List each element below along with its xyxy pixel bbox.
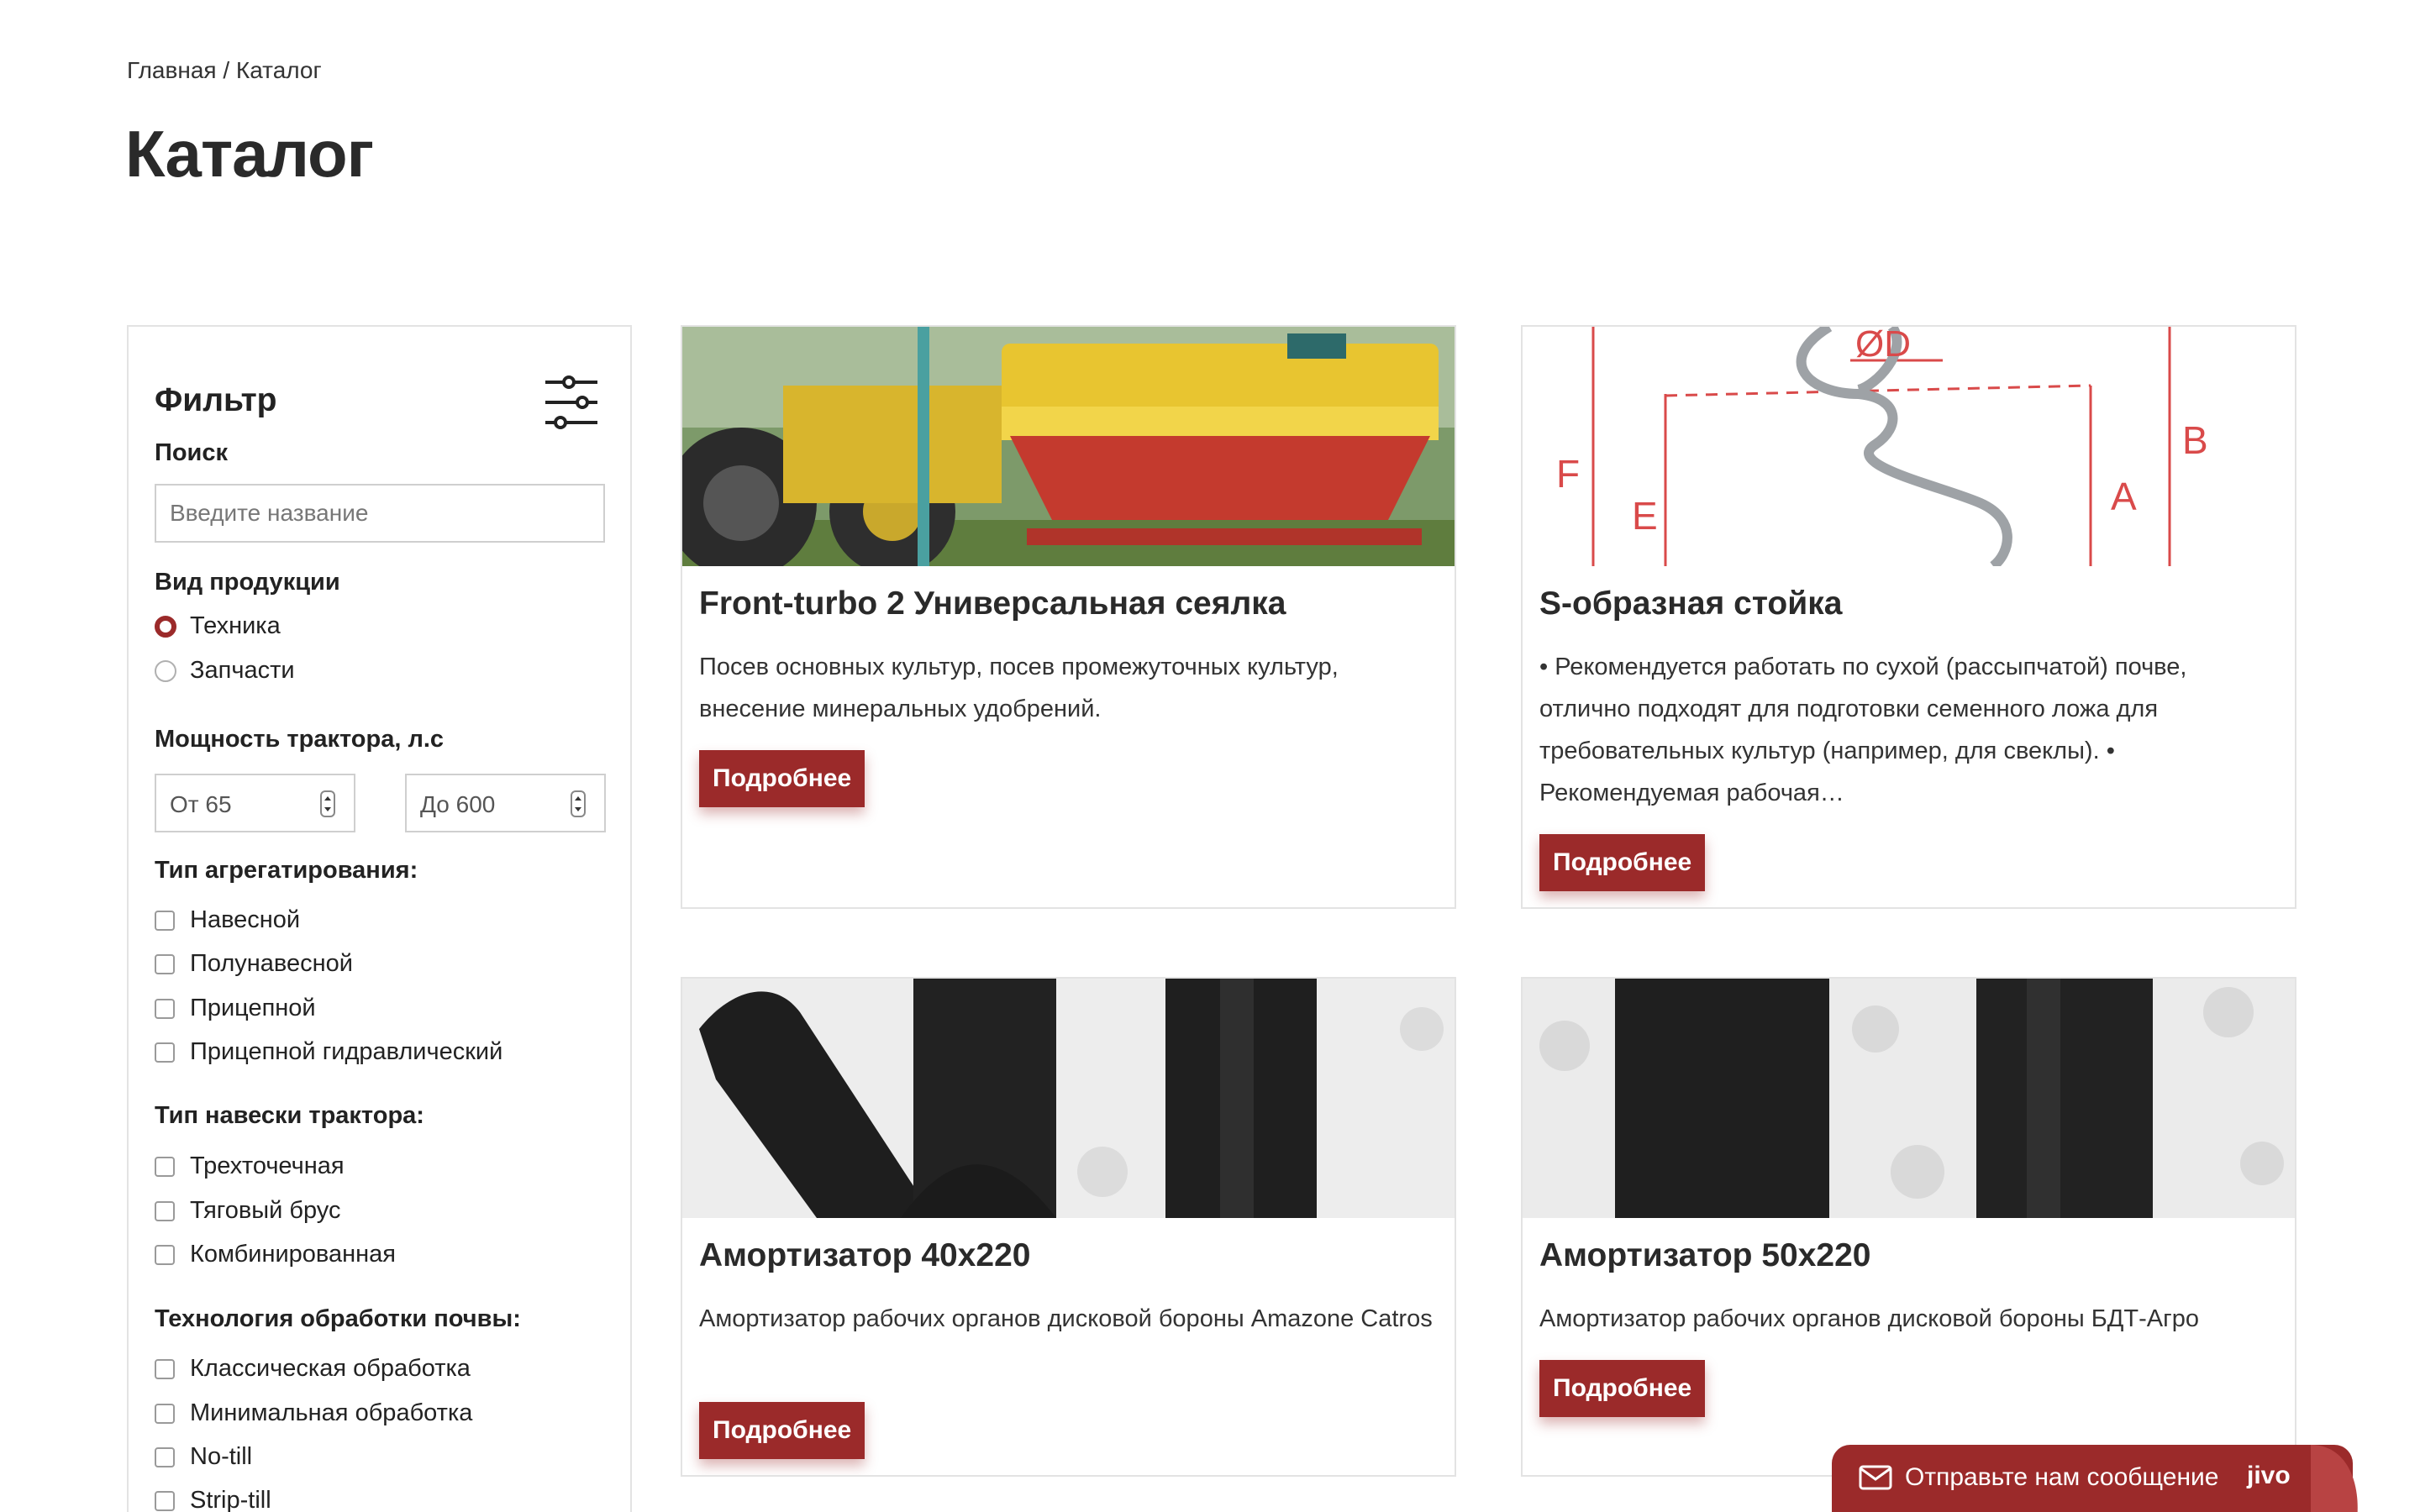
product-title[interactable]: Амортизатор 40х220: [699, 1237, 1030, 1274]
checkbox-label: Навесной: [190, 906, 301, 933]
checkbox-aggregation[interactable]: Прицепной гидравлический: [155, 1038, 502, 1066]
details-button[interactable]: Подробнее: [699, 750, 865, 807]
product-image[interactable]: [1523, 979, 2295, 1218]
checkbox-label: Strip-till: [190, 1487, 271, 1512]
checkbox-icon[interactable]: [155, 1156, 175, 1177]
checkbox-tech[interactable]: Минимальная обработка: [155, 1399, 472, 1427]
tech-label: Технология обработки почвы:: [155, 1305, 521, 1332]
checkbox-icon[interactable]: [155, 953, 175, 974]
details-button[interactable]: Подробнее: [1539, 1360, 1706, 1417]
checkbox-label: Трехточечная: [190, 1152, 345, 1179]
diagram-label-f: F: [1556, 452, 1581, 496]
power-from-value: От 65: [170, 791, 232, 817]
checkbox-hitch[interactable]: Комбинированная: [155, 1241, 396, 1268]
stepper-icon[interactable]: [571, 790, 586, 817]
mail-icon: [1859, 1465, 1892, 1490]
chat-widget[interactable]: Отправьте нам сообщение jivo: [1832, 1445, 2358, 1512]
checkbox-tech[interactable]: Strip-till: [155, 1487, 271, 1512]
checkbox-label: Комбинированная: [190, 1241, 396, 1268]
checkbox-icon[interactable]: [155, 1490, 175, 1511]
page-title: Каталог: [125, 117, 374, 191]
power-to-input[interactable]: До 600: [405, 774, 606, 832]
product-title[interactable]: S-образная стойка: [1539, 585, 1842, 622]
product-card[interactable]: Front-turbo 2 Универсальная сеялка Посев…: [681, 325, 1456, 909]
details-button[interactable]: Подробнее: [1539, 834, 1706, 891]
checkbox-icon[interactable]: [155, 1446, 175, 1467]
checkbox-hitch[interactable]: Тяговый брус: [155, 1197, 340, 1225]
power-to-value: До 600: [420, 791, 496, 817]
product-description: Амортизатор рабочих органов дисковой бор…: [699, 1305, 1433, 1332]
product-description: Посев основных культур, посев промежуточ…: [699, 654, 1339, 722]
product-title[interactable]: Амортизатор 50х220: [1539, 1237, 1870, 1274]
product-title[interactable]: Front-turbo 2 Универсальная сеялка: [699, 585, 1286, 622]
aggregation-label: Тип агрегатирования:: [155, 857, 418, 884]
radio-label: Запчасти: [190, 657, 295, 684]
checkbox-icon[interactable]: [155, 1244, 175, 1265]
filter-panel: Фильтр Поиск Вид продукции Техника Запча…: [127, 325, 632, 1512]
filter-sliders-icon[interactable]: [544, 374, 599, 431]
power-label: Мощность трактора, л.с: [155, 726, 445, 753]
checkbox-label: Классическая обработка: [190, 1355, 471, 1382]
product-card[interactable]: Амортизатор 50х220 Амортизатор рабочих о…: [1521, 977, 2296, 1477]
details-button[interactable]: Подробнее: [699, 1402, 865, 1459]
search-label: Поиск: [155, 439, 229, 466]
checkbox-aggregation[interactable]: Прицепной: [155, 995, 316, 1022]
diagram-label-e: E: [1632, 494, 1658, 538]
checkbox-hitch[interactable]: Трехточечная: [155, 1152, 345, 1180]
diagram-label-od: ØD: [1855, 327, 1911, 365]
radio-zapchasti[interactable]: Запчасти: [155, 657, 295, 685]
product-type-label: Вид продукции: [155, 569, 340, 596]
radio-label: Техника: [190, 612, 281, 639]
product-image[interactable]: [682, 327, 1455, 566]
checkbox-tech[interactable]: No-till: [155, 1443, 252, 1471]
stepper-icon[interactable]: [320, 790, 335, 817]
hitch-label: Тип навески трактора:: [155, 1102, 424, 1129]
jivo-logo: jivo: [2247, 1462, 2291, 1489]
checkbox-aggregation[interactable]: Навесной: [155, 906, 300, 934]
checkbox-label: No-till: [190, 1443, 253, 1470]
chat-label: Отправьте нам сообщение: [1905, 1463, 2219, 1491]
search-input[interactable]: [155, 484, 605, 543]
checkbox-label: Полунавесной: [190, 950, 353, 977]
checkbox-aggregation[interactable]: Полунавесной: [155, 950, 353, 978]
product-description: Амортизатор рабочих органов дисковой бор…: [1539, 1305, 2199, 1332]
chat-corner-decoration-icon: [2311, 1445, 2358, 1512]
checkbox-icon[interactable]: [155, 1200, 175, 1221]
diagram-label-a: A: [2111, 475, 2137, 518]
diagram-label-b: B: [2182, 418, 2208, 462]
filter-title: Фильтр: [155, 382, 277, 418]
radio-technika[interactable]: Техника: [155, 612, 281, 640]
checkbox-label: Прицепной гидравлический: [190, 1038, 503, 1065]
breadcrumb[interactable]: Главная / Каталог: [127, 57, 322, 84]
checkbox-label: Тяговый брус: [190, 1197, 341, 1224]
radio-selected-icon[interactable]: [155, 615, 176, 638]
checkbox-tech[interactable]: Классическая обработка: [155, 1355, 471, 1383]
checkbox-icon[interactable]: [155, 1403, 175, 1424]
product-image[interactable]: ØD F E A B: [1523, 327, 2295, 566]
product-description: • Рекомендуется работать по сухой (рассы…: [1539, 654, 2187, 806]
checkbox-icon[interactable]: [155, 1358, 175, 1379]
checkbox-icon[interactable]: [155, 910, 175, 931]
power-from-input[interactable]: От 65: [155, 774, 355, 832]
radio-icon[interactable]: [155, 659, 176, 682]
product-image[interactable]: [682, 979, 1455, 1218]
checkbox-icon[interactable]: [155, 1042, 175, 1063]
checkbox-icon[interactable]: [155, 998, 175, 1019]
product-card[interactable]: Амортизатор 40х220 Амортизатор рабочих о…: [681, 977, 1456, 1477]
product-card[interactable]: ØD F E A B S-образная стойка • Рекоменду…: [1521, 325, 2296, 909]
checkbox-label: Минимальная обработка: [190, 1399, 473, 1426]
checkbox-label: Прицепной: [190, 995, 316, 1021]
